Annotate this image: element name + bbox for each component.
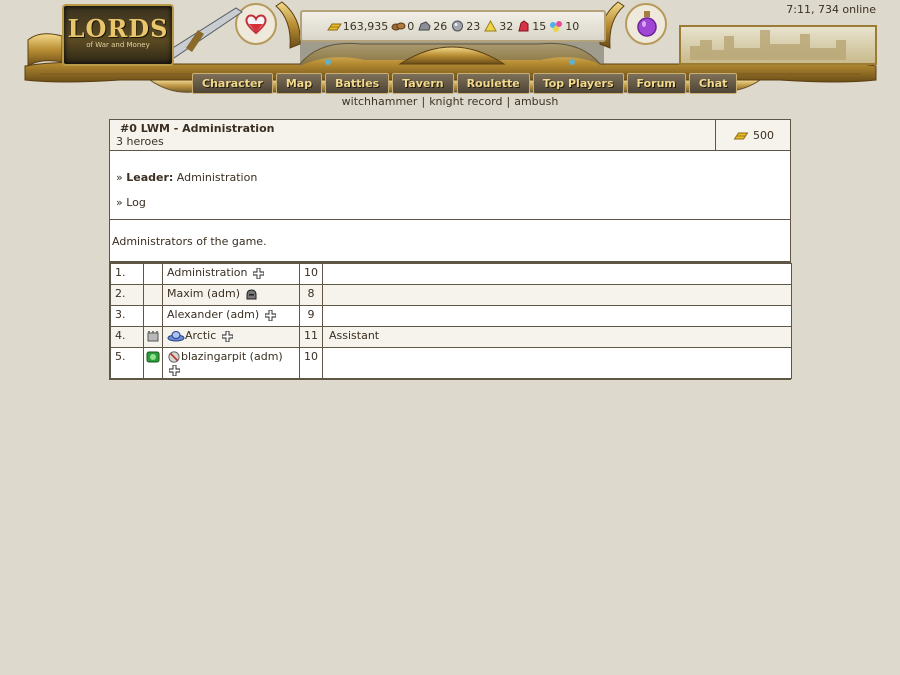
nav-tavern[interactable]: Tavern (392, 73, 454, 94)
member-badge (143, 347, 163, 379)
member-role (322, 263, 792, 285)
nav-roulette[interactable]: Roulette (456, 73, 530, 94)
member-name-link[interactable]: Alexander (adm) (167, 308, 259, 321)
main-navigation: Character Map Battles Tavern Roulette To… (192, 73, 738, 94)
wood-icon (391, 22, 406, 31)
clan-panel: #0 LWM - Administration 3 heroes 500 » L… (109, 119, 792, 380)
clan-log-link[interactable]: Log (126, 196, 146, 209)
ufo-guild-icon (167, 331, 185, 342)
helmet-icon (246, 288, 257, 299)
link-knight-record[interactable]: knight record (429, 95, 502, 108)
cross-icon (221, 330, 233, 342)
resources-panel: 163,935 0 26 23 32 15 10 (300, 10, 606, 42)
cross-icon (264, 309, 276, 321)
clan-title-block: #0 LWM - Administration 3 heroes (110, 120, 715, 150)
tower-badge-icon (147, 331, 159, 342)
clan-heroes-count: 3 heroes (116, 135, 164, 148)
member-badge (143, 305, 163, 327)
resource-mercury: 23 (450, 20, 480, 33)
member-row: 4. Arctic 11 Assistant (110, 326, 792, 348)
header-banner: LORDS of War and Money 7:11, 734 online … (0, 0, 900, 110)
member-name-link[interactable]: Administration (167, 266, 248, 279)
resource-wood: 0 (391, 20, 414, 33)
clan-header: #0 LWM - Administration 3 heroes 500 (110, 120, 790, 150)
resource-ore: 26 (417, 20, 447, 33)
clan-gold: 500 (715, 120, 790, 150)
nav-forum[interactable]: Forum (626, 73, 686, 94)
member-name-link[interactable]: Arctic (185, 329, 216, 342)
member-role (322, 284, 792, 306)
member-name-cell: Arctic (162, 326, 300, 348)
clan-description: Administrators of the game. (110, 219, 790, 263)
link-ambush[interactable]: ambush (514, 95, 558, 108)
clan-info-box: #0 LWM - Administration 3 heroes 500 » L… (109, 119, 792, 380)
game-logo[interactable]: LORDS of War and Money (62, 4, 174, 66)
cross-icon (253, 267, 264, 279)
resource-sulfur: 32 (483, 20, 513, 33)
member-rank: 5. (110, 347, 144, 379)
member-role (322, 347, 792, 379)
member-role (322, 305, 792, 327)
sulfur-icon (484, 20, 498, 32)
potion-mana-icon[interactable] (636, 10, 658, 38)
member-rank: 1. (110, 263, 144, 285)
member-level: 10 (299, 263, 323, 285)
member-name-cell: blazingarpit (adm) (162, 347, 300, 379)
member-level: 10 (299, 347, 323, 379)
member-row: 5. blazingarpit (adm) 10 (110, 347, 792, 379)
member-rank: 2. (110, 284, 144, 306)
member-row: 3. Alexander (adm) 9 (110, 305, 792, 327)
heart-health-icon[interactable] (244, 12, 268, 36)
member-row: 2. Maxim (adm) 8 (110, 284, 792, 306)
member-rank: 3. (110, 305, 144, 327)
resource-crystal: 15 (516, 20, 546, 33)
gold-icon (326, 23, 342, 31)
member-level: 9 (299, 305, 323, 327)
server-time-online: 7:11, 734 online (786, 3, 876, 16)
clan-members-table: 1. Administration 10 2. Maxim (adm) 8 3. Alex… (110, 263, 792, 379)
crystal-icon (518, 20, 529, 32)
nav-character[interactable]: Character (192, 73, 273, 94)
member-role: Assistant (322, 326, 792, 348)
leader-link[interactable]: Administration (177, 171, 258, 184)
member-name-cell: Administration (162, 263, 300, 285)
resource-gold: 163,935 (326, 20, 388, 33)
member-row: 1. Administration 10 (110, 263, 792, 285)
member-name-cell: Maxim (adm) (162, 284, 300, 306)
link-separator: | (506, 95, 511, 108)
resource-gems: 10 (549, 20, 579, 33)
member-name-link[interactable]: blazingarpit (adm) (181, 350, 283, 363)
gems-icon (550, 21, 563, 32)
ore-icon (418, 21, 431, 31)
ball-guild-icon (168, 351, 180, 363)
mercury-icon (452, 20, 464, 32)
cross-icon (169, 364, 180, 376)
link-separator: | (421, 95, 426, 108)
link-witchhammer[interactable]: witchhammer (342, 95, 418, 108)
clan-leader-row: » Leader: Administration (116, 171, 258, 184)
nav-map[interactable]: Map (275, 73, 323, 94)
clan-title: #0 LWM - Administration (120, 122, 275, 135)
quick-links: witchhammer | knight record | ambush (0, 95, 900, 108)
nav-top-players[interactable]: Top Players (532, 73, 624, 94)
member-badge (143, 263, 163, 285)
member-name-cell: Alexander (adm) (162, 305, 300, 327)
clan-log-row: » Log (116, 196, 146, 209)
member-level: 8 (299, 284, 323, 306)
member-level: 11 (299, 326, 323, 348)
green-guild-badge-icon (146, 351, 160, 363)
nav-battles[interactable]: Battles (325, 73, 390, 94)
gold-icon (733, 132, 749, 140)
member-rank: 4. (110, 326, 144, 348)
leader-label: Leader: (126, 171, 174, 184)
member-badge (143, 284, 163, 306)
member-badge (143, 326, 163, 348)
member-name-link[interactable]: Maxim (adm) (167, 287, 240, 300)
nav-chat[interactable]: Chat (688, 73, 738, 94)
clan-links-section: » Leader: Administration » Log (110, 150, 790, 219)
